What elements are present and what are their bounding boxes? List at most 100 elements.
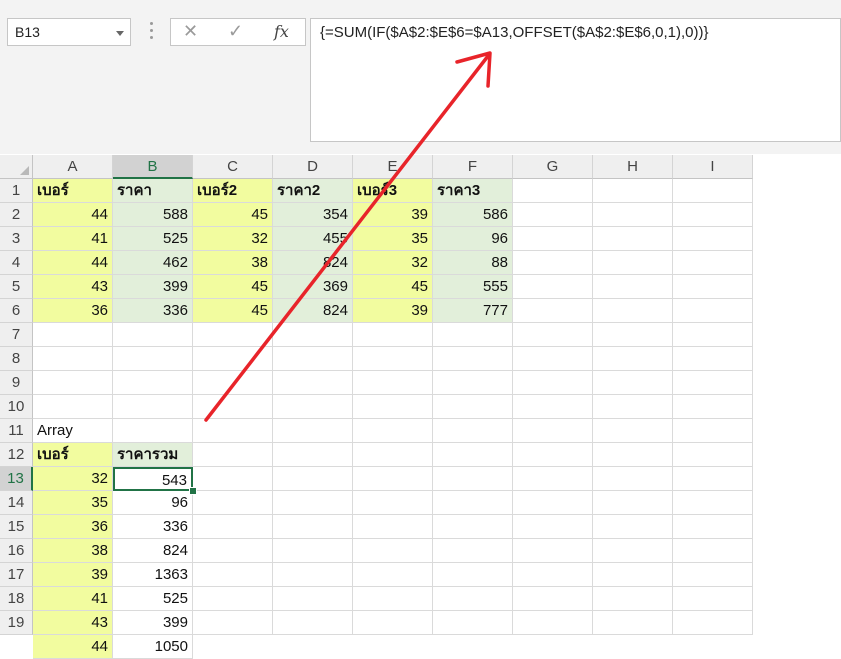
grid-cell[interactable] (513, 443, 593, 467)
data-cell[interactable]: 777 (433, 299, 513, 323)
grid-cell[interactable] (193, 347, 273, 371)
row-header-18[interactable]: 18 (0, 587, 33, 611)
grid-cell[interactable] (193, 443, 273, 467)
result-cell[interactable]: 38 (33, 539, 113, 563)
data-cell[interactable]: 41 (33, 227, 113, 251)
data-cell[interactable]: 586 (433, 203, 513, 227)
grid-cell[interactable] (353, 395, 433, 419)
grid-cell[interactable] (273, 491, 353, 515)
grid-cell[interactable] (433, 563, 513, 587)
grid-cell[interactable] (593, 419, 673, 443)
grid-cell[interactable] (673, 251, 753, 275)
result-cell[interactable]: 1363 (113, 563, 193, 587)
grid-cell[interactable] (273, 347, 353, 371)
data-cell[interactable]: 32 (193, 227, 273, 251)
data-cell[interactable]: 32 (353, 251, 433, 275)
grid-cell[interactable] (353, 491, 433, 515)
data-cell[interactable]: 45 (353, 275, 433, 299)
grid-cell[interactable] (593, 251, 673, 275)
result-cell[interactable]: 32 (33, 467, 113, 491)
grid-cell[interactable] (673, 371, 753, 395)
result-cell[interactable]: 96 (113, 491, 193, 515)
grid-cell[interactable] (513, 491, 593, 515)
grid-cell[interactable] (513, 179, 593, 203)
result-header-cell[interactable]: ราคารวม (113, 443, 193, 467)
grid-cell[interactable] (673, 227, 753, 251)
result-cell[interactable]: 35 (33, 491, 113, 515)
grid-cell[interactable] (593, 443, 673, 467)
data-cell[interactable]: 354 (273, 203, 353, 227)
chevron-down-icon[interactable] (116, 31, 124, 36)
grid-cell[interactable] (433, 539, 513, 563)
row-header-15[interactable]: 15 (0, 515, 33, 539)
grid-cell[interactable] (113, 347, 193, 371)
data-cell[interactable]: 555 (433, 275, 513, 299)
result-cell[interactable]: 39 (33, 563, 113, 587)
grid-cell[interactable] (113, 419, 193, 443)
result-cell[interactable]: 44 (33, 635, 113, 659)
row-header-19[interactable]: 19 (0, 611, 33, 635)
grid-cell[interactable] (513, 299, 593, 323)
grid-cell[interactable] (593, 587, 673, 611)
grid-cell[interactable] (433, 443, 513, 467)
result-cell[interactable]: 399 (113, 611, 193, 635)
grid-cell[interactable] (513, 467, 593, 491)
grid-cell[interactable] (33, 395, 113, 419)
grid-cell[interactable] (593, 491, 673, 515)
grid-cell[interactable] (113, 395, 193, 419)
grid-cell[interactable] (273, 467, 353, 491)
grid-cell[interactable] (433, 467, 513, 491)
grid-cell[interactable] (433, 491, 513, 515)
row-header-7[interactable]: 7 (0, 323, 33, 347)
grid-cell[interactable] (353, 371, 433, 395)
header-cell[interactable]: ราคา3 (433, 179, 513, 203)
select-all-button[interactable] (0, 155, 33, 179)
grid-cell[interactable] (593, 275, 673, 299)
grid-cell[interactable] (593, 299, 673, 323)
grid-cell[interactable] (193, 539, 273, 563)
grid-cell[interactable] (353, 419, 433, 443)
data-cell[interactable]: 824 (273, 299, 353, 323)
column-header-i[interactable]: I (673, 155, 753, 179)
grid-cell[interactable] (433, 371, 513, 395)
grid-cell[interactable] (593, 323, 673, 347)
grid-cell[interactable] (273, 443, 353, 467)
grid-cell[interactable] (593, 515, 673, 539)
grid-cell[interactable] (513, 203, 593, 227)
column-header-h[interactable]: H (593, 155, 673, 179)
insert-function-icon[interactable]: fx (274, 22, 289, 41)
grid-cell[interactable] (33, 371, 113, 395)
column-header-a[interactable]: A (33, 155, 113, 179)
result-cell[interactable]: 336 (113, 515, 193, 539)
grid-cell[interactable] (433, 323, 513, 347)
grid-cell[interactable] (273, 563, 353, 587)
data-cell[interactable]: 399 (113, 275, 193, 299)
grid-cell[interactable] (193, 395, 273, 419)
grid-cell[interactable] (513, 611, 593, 635)
grid-cell[interactable] (273, 395, 353, 419)
grid-cell[interactable] (673, 275, 753, 299)
row-header-2[interactable]: 2 (0, 203, 33, 227)
data-cell[interactable]: 36 (33, 299, 113, 323)
grid-cell[interactable] (353, 611, 433, 635)
header-cell[interactable]: เบอร์3 (353, 179, 433, 203)
grid-cell[interactable] (593, 467, 673, 491)
grid-cell[interactable] (353, 515, 433, 539)
grid-cell[interactable] (193, 587, 273, 611)
row-header-16[interactable]: 16 (0, 539, 33, 563)
grid-cell[interactable] (593, 347, 673, 371)
data-cell[interactable]: 369 (273, 275, 353, 299)
result-cell[interactable]: 43 (33, 611, 113, 635)
grid-cell[interactable] (673, 395, 753, 419)
grid-cell[interactable] (193, 491, 273, 515)
grid-cell[interactable] (433, 611, 513, 635)
grid-cell[interactable] (513, 323, 593, 347)
grid-cell[interactable] (513, 515, 593, 539)
grid-cell[interactable] (353, 563, 433, 587)
row-header-13[interactable]: 13 (0, 467, 33, 491)
header-cell[interactable]: ราคา (113, 179, 193, 203)
row-header-4[interactable]: 4 (0, 251, 33, 275)
data-cell[interactable]: 96 (433, 227, 513, 251)
data-cell[interactable]: 45 (193, 299, 273, 323)
grid-cell[interactable] (513, 395, 593, 419)
